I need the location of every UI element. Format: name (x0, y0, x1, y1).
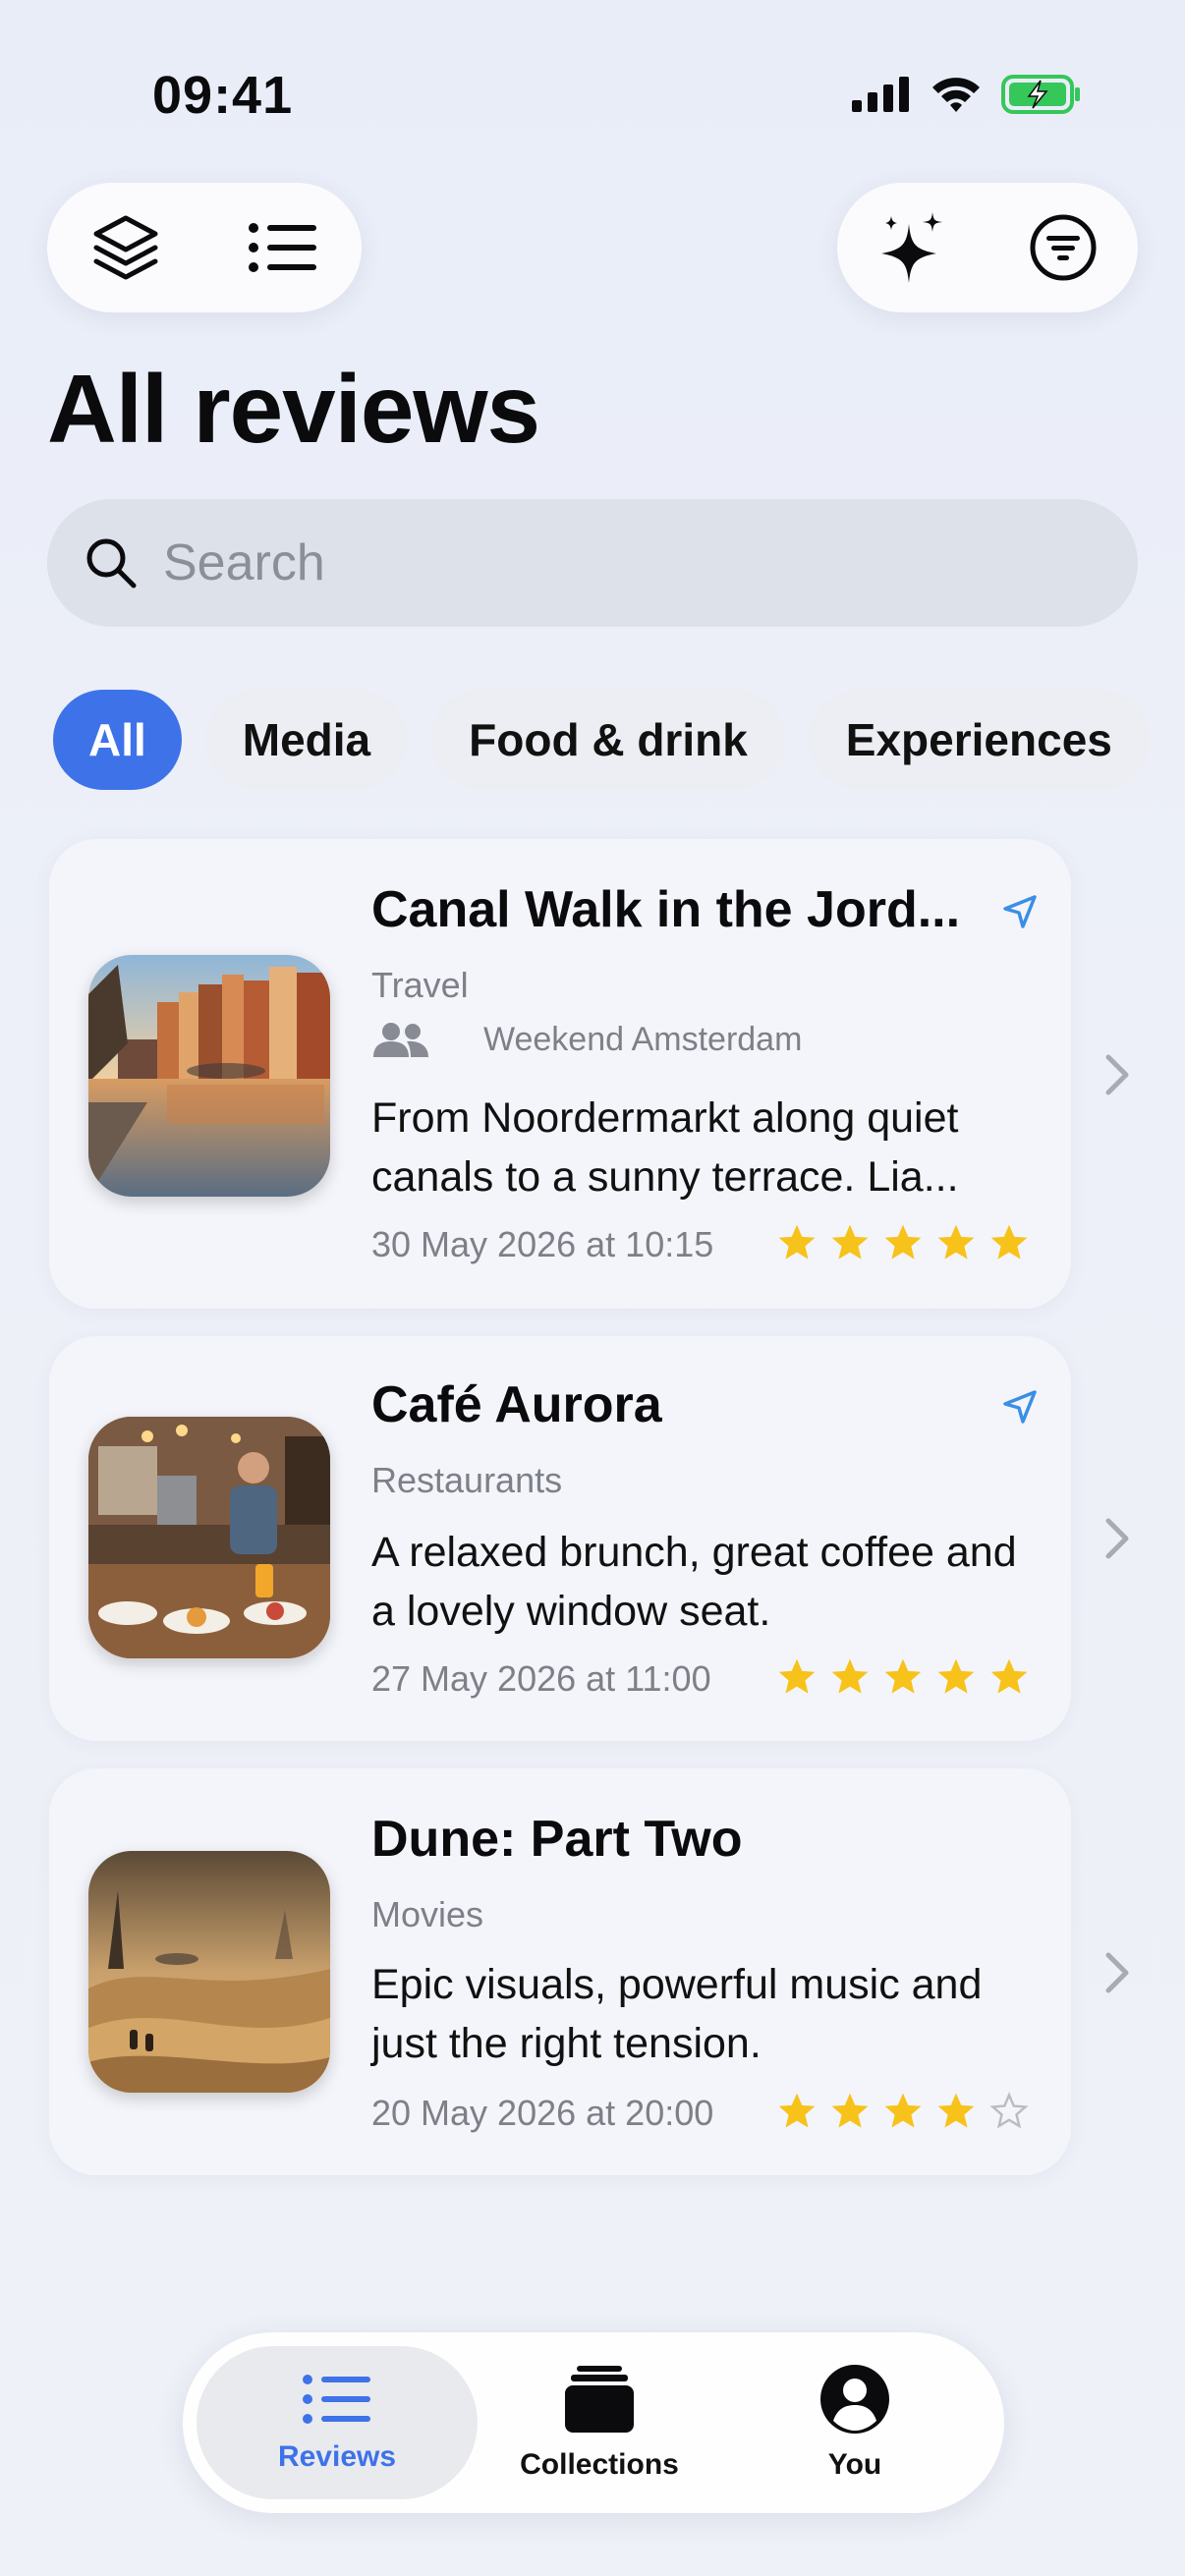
review-date: 30 May 2026 at 10:15 (371, 1224, 714, 1264)
review-card[interactable]: Canal Walk in the Jord... Travel Weekend… (49, 839, 1071, 1309)
review-category: Movies (371, 1894, 484, 1934)
list-icon (249, 223, 316, 272)
star-filled-icon (937, 1224, 975, 1260)
status-icons (852, 75, 1082, 114)
cellular-signal-icon (852, 77, 909, 112)
review-title: Canal Walk in the Jord... (371, 881, 961, 938)
star-rating (776, 1656, 1030, 1698)
star-filled-icon (937, 2093, 975, 2128)
star-empty-icon (989, 2092, 1029, 2129)
review-title: Café Aurora (371, 1376, 662, 1433)
filter-chip-experiences[interactable]: Experiences (808, 690, 1150, 790)
star-filled-icon (937, 1658, 975, 1694)
review-thumbnail-cafe (88, 1417, 330, 1658)
ai-sparkles-button[interactable] (854, 189, 972, 307)
profile-icon (820, 2365, 889, 2434)
star-filled-icon (831, 1658, 869, 1694)
star-filled-icon (778, 1224, 816, 1260)
review-group: Weekend Amsterdam (371, 1020, 802, 1059)
review-category: Travel (371, 965, 469, 1005)
status-bar: 09:41 (0, 0, 1185, 187)
review-thumbnail-dune (88, 1851, 330, 2093)
battery-charging-icon (1001, 75, 1080, 114)
search-bar[interactable] (47, 499, 1138, 627)
filter-chip-food-drink[interactable]: Food & drink (431, 690, 785, 790)
star-filled-icon (778, 2093, 816, 2128)
filter-chip-media[interactable]: Media (204, 690, 409, 790)
review-category: Restaurants (371, 1460, 563, 1500)
location-arrow-icon (1003, 895, 1037, 928)
search-input[interactable] (163, 533, 1047, 592)
location-arrow-icon (1003, 1390, 1037, 1424)
view-mode-toolbar (47, 183, 362, 312)
star-filled-icon (831, 1224, 869, 1260)
tab-collections-label: Collections (520, 2448, 679, 2481)
filter-button[interactable] (1004, 189, 1122, 307)
review-date: 27 May 2026 at 11:00 (371, 1658, 711, 1699)
star-filled-icon (884, 1658, 922, 1694)
actions-toolbar (837, 183, 1138, 312)
review-group-name: Weekend Amsterdam (483, 1020, 803, 1058)
review-title: Dune: Part Two (371, 1811, 743, 1868)
tab-you[interactable]: You (739, 2346, 971, 2499)
star-filled-icon (990, 1658, 1028, 1694)
review-card[interactable]: Dune: Part Two Movies Epic visuals, powe… (49, 1768, 1071, 2175)
collections-stack-icon (565, 2366, 634, 2433)
review-description: Epic visuals, powerful music and just th… (371, 1961, 983, 2067)
filter-circle-icon (1030, 214, 1096, 281)
page-title: All reviews (47, 355, 540, 463)
star-rating (776, 1222, 1030, 1263)
bottom-tab-bar: Reviews Collections You (183, 2332, 1004, 2513)
tab-collections[interactable]: Collections (483, 2346, 715, 2499)
filter-chip-all[interactable]: All (53, 690, 182, 790)
list-icon (303, 2375, 370, 2424)
tab-you-label: You (827, 2448, 882, 2481)
layers-button[interactable] (67, 189, 185, 307)
status-time: 09:41 (152, 66, 294, 125)
people-icon (373, 1023, 428, 1057)
review-description: A relaxed brunch, great coffee and a lov… (371, 1529, 1017, 1635)
review-thumbnail-canal (88, 955, 330, 1197)
tab-reviews-label: Reviews (277, 2440, 397, 2473)
layers-icon (93, 215, 158, 280)
tab-reviews[interactable]: Reviews (197, 2346, 478, 2499)
star-rating (776, 2091, 1030, 2132)
star-filled-icon (884, 2093, 922, 2128)
star-filled-icon (990, 1224, 1028, 1260)
wifi-icon (932, 78, 980, 112)
star-filled-icon (831, 2093, 869, 2128)
search-icon (86, 538, 137, 588)
category-filter-chips: All Media Food & drink Experiences (53, 690, 1150, 790)
review-date: 20 May 2026 at 20:00 (371, 2093, 714, 2133)
sparkles-icon (880, 212, 942, 283)
star-filled-icon (778, 1658, 816, 1694)
chevron-right-icon (1105, 1952, 1129, 1993)
review-description: From Noordermarkt along quiet canals to … (371, 1094, 959, 1201)
chevron-right-icon (1105, 1054, 1129, 1095)
chevron-right-icon (1105, 1518, 1129, 1559)
list-view-button[interactable] (224, 189, 342, 307)
review-card[interactable]: Café Aurora Restaurants A relaxed brunch… (49, 1336, 1071, 1741)
star-filled-icon (884, 1224, 922, 1260)
